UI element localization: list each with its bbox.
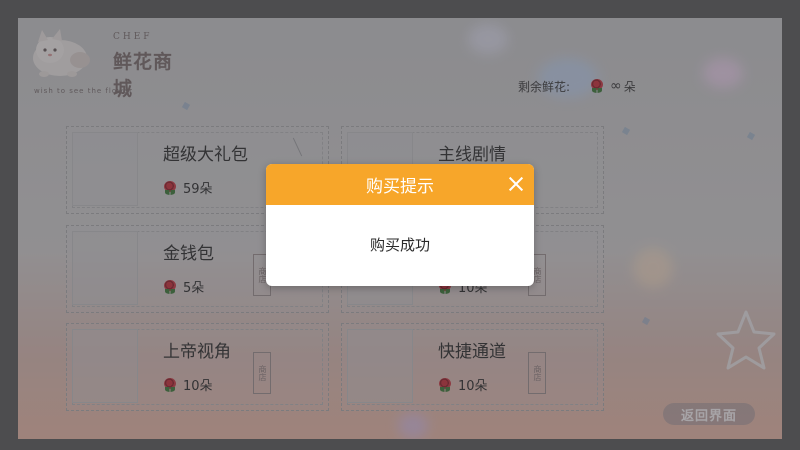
dialog-title: 购买提示 [366, 177, 434, 197]
purchase-dialog: 购买提示 购买成功 [266, 164, 534, 286]
close-icon[interactable] [506, 174, 526, 194]
dialog-header: 购买提示 [266, 164, 534, 205]
dialog-message: 购买成功 [369, 236, 430, 254]
